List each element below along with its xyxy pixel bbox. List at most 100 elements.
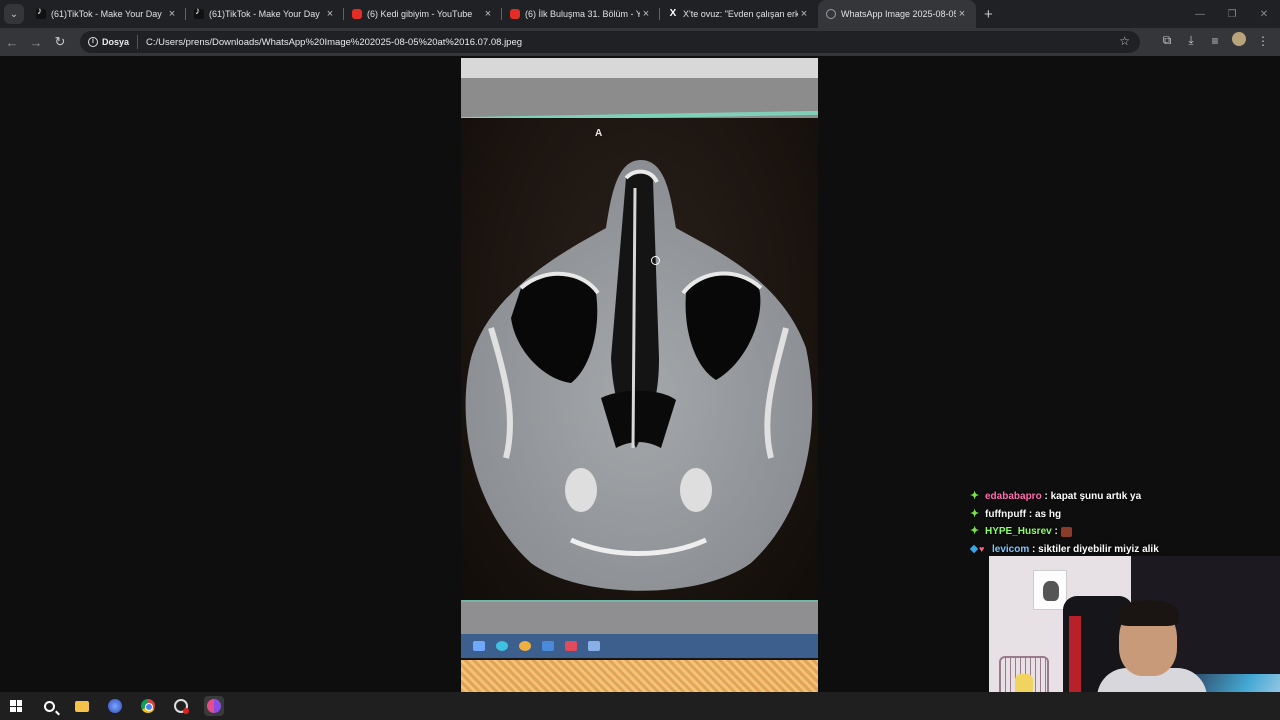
window-close-icon[interactable]: ✕ xyxy=(1248,9,1280,20)
chat-message: ✦ edababapro : kapat şunu artık ya xyxy=(970,488,1270,506)
youtube-icon xyxy=(510,9,520,19)
reload-icon[interactable]: ↻ xyxy=(48,34,72,50)
youtube-icon xyxy=(352,9,362,19)
chat-username: edababapro xyxy=(985,491,1042,503)
monitor-taskbar xyxy=(461,634,818,658)
windows-taskbar xyxy=(0,692,1280,720)
tab-title: X'te ovuz: "Evden çalışan erkek xyxy=(683,9,798,19)
tiktok-icon xyxy=(36,6,46,19)
close-icon[interactable]: × xyxy=(956,8,968,20)
extensions-icon[interactable]: ⧉ xyxy=(1158,33,1176,48)
info-icon: i xyxy=(88,37,98,47)
file-explorer-button[interactable] xyxy=(72,696,92,716)
chat-emote-icon xyxy=(1060,526,1072,537)
toolbar-actions: ⧉ ⤓ ≡ ⋮ xyxy=(1158,32,1272,49)
restore-icon[interactable]: ❐ xyxy=(1216,9,1248,20)
tab-4[interactable]: X X'te ovuz: "Evden çalışan erkek × xyxy=(660,0,818,28)
stream-chat: ✦ edababapro : kapat şunu artık ya ✦ fuf… xyxy=(969,488,1270,558)
chevron-down-icon: ⌄ xyxy=(9,8,19,20)
monitor-window-icon xyxy=(588,641,600,651)
x-icon: X xyxy=(669,8,677,19)
tab-title: (6) İlk Buluşma 31. Bölüm - You xyxy=(525,9,640,19)
webcam-poster xyxy=(1033,570,1067,610)
left-condyle xyxy=(565,468,597,512)
start-button[interactable] xyxy=(6,696,26,716)
app-button[interactable] xyxy=(105,696,125,716)
tab-3[interactable]: (6) İlk Buluşma 31. Bölüm - You × xyxy=(502,0,660,28)
monitor-outlook-icon xyxy=(542,641,554,651)
streamer-hair xyxy=(1117,600,1179,626)
tab-title: WhatsApp Image 2025-08-05 a xyxy=(841,9,956,19)
obs-icon xyxy=(174,699,189,714)
close-icon[interactable]: × xyxy=(324,8,336,20)
chat-username: HYPE_Husrev xyxy=(985,526,1052,538)
tab-title: (6) Kedi gibiyim - YouTube xyxy=(367,9,473,19)
monitor-app-icon xyxy=(565,641,577,651)
chat-message: ✦ fuffnpuff : as hg xyxy=(970,506,1270,524)
monitor-chrome-icon xyxy=(519,641,531,651)
gem-badge-icon xyxy=(969,545,979,554)
site-info-label: Dosya xyxy=(102,37,130,47)
reading-list-icon[interactable]: ≡ xyxy=(1206,34,1224,48)
more-menu-icon[interactable]: ⋮ xyxy=(1254,34,1272,48)
chrome-profile-icon xyxy=(207,699,221,713)
scan-orientation-label: A xyxy=(595,128,603,139)
ct-scan-area xyxy=(461,118,818,600)
chrome-button[interactable] xyxy=(138,696,158,716)
forward-arrow-icon[interactable]: → xyxy=(24,35,48,50)
zoom-cursor-icon xyxy=(651,256,660,265)
chat-username: fuffnpuff xyxy=(985,508,1027,520)
site-info-chip[interactable]: i Dosya xyxy=(88,35,139,49)
right-condyle xyxy=(680,468,712,512)
download-icon[interactable]: ⤓ xyxy=(1182,33,1200,48)
chat-text: : siktiler diyebilir miyiz alik xyxy=(1032,543,1159,555)
ct-scan-photo[interactable]: A xyxy=(461,58,818,692)
address-bar[interactable]: i Dosya C:/Users/prens/Downloads/WhatsAp… xyxy=(80,31,1140,53)
tab-title: (61)TikTok - Make Your Day xyxy=(51,9,162,19)
chat-username: levicom xyxy=(992,543,1030,555)
close-icon[interactable]: × xyxy=(640,8,652,20)
tiktok-icon xyxy=(194,6,204,19)
tab-0[interactable]: (61)TikTok - Make Your Day × xyxy=(28,0,186,28)
monitor-top-bezel xyxy=(461,58,818,118)
globe-icon xyxy=(826,9,836,19)
chat-text: : as hg xyxy=(1028,508,1062,520)
sub-badge-icon: ✦ xyxy=(970,507,980,520)
sub-badge-icon: ✦ xyxy=(970,525,980,538)
sub-badge-icon: ✦ xyxy=(970,490,980,503)
window-controls: — ❐ ✕ xyxy=(1184,0,1280,28)
url-text[interactable]: C:/Users/prens/Downloads/WhatsApp%20Imag… xyxy=(146,37,522,48)
tab-search-button[interactable]: ⌄ xyxy=(4,4,24,24)
minimize-icon[interactable]: — xyxy=(1184,9,1216,20)
chat-text: : xyxy=(1054,526,1058,538)
browser-toolbar: ← → ↻ i Dosya C:/Users/prens/Downloads/W… xyxy=(0,28,1280,56)
close-icon[interactable]: × xyxy=(482,8,494,20)
windows-icon xyxy=(10,700,22,712)
search-icon xyxy=(43,700,55,712)
nasal-septum xyxy=(631,187,637,449)
folder-icon xyxy=(75,700,89,712)
new-tab-button[interactable]: + xyxy=(984,6,993,23)
tab-1[interactable]: (61)TikTok - Make Your Day × xyxy=(186,0,344,28)
bookmark-star-icon[interactable]: ☆ xyxy=(1119,34,1130,48)
tab-title: (61)TikTok - Make Your Day xyxy=(209,9,320,19)
close-icon[interactable]: × xyxy=(166,8,178,20)
tab-5[interactable]: WhatsApp Image 2025-08-05 a × xyxy=(818,0,976,28)
ct-scan-image xyxy=(465,160,813,591)
close-icon[interactable]: × xyxy=(798,8,810,20)
cork-board xyxy=(461,660,818,692)
search-button[interactable] xyxy=(39,696,59,716)
profile-avatar[interactable] xyxy=(1230,32,1248,49)
chat-message: ✦ HYPE_Husrev : xyxy=(970,523,1270,541)
tab-2[interactable]: (6) Kedi gibiyim - YouTube × xyxy=(344,0,502,28)
chrome-icon xyxy=(141,699,155,713)
chat-text: : kapat şunu artık ya xyxy=(1044,491,1142,503)
back-arrow-icon[interactable]: ← xyxy=(0,35,24,50)
heart-badge-icon: ♥ xyxy=(979,544,985,555)
app-circle-icon xyxy=(108,699,122,713)
monitor-edge-icon xyxy=(496,641,508,651)
obs-button[interactable] xyxy=(171,696,191,716)
tab-strip: ⌄ (61)TikTok - Make Your Day × (61)TikTo… xyxy=(0,0,1280,28)
monitor-start-icon xyxy=(473,641,485,651)
chrome-profile-button[interactable] xyxy=(204,696,224,716)
